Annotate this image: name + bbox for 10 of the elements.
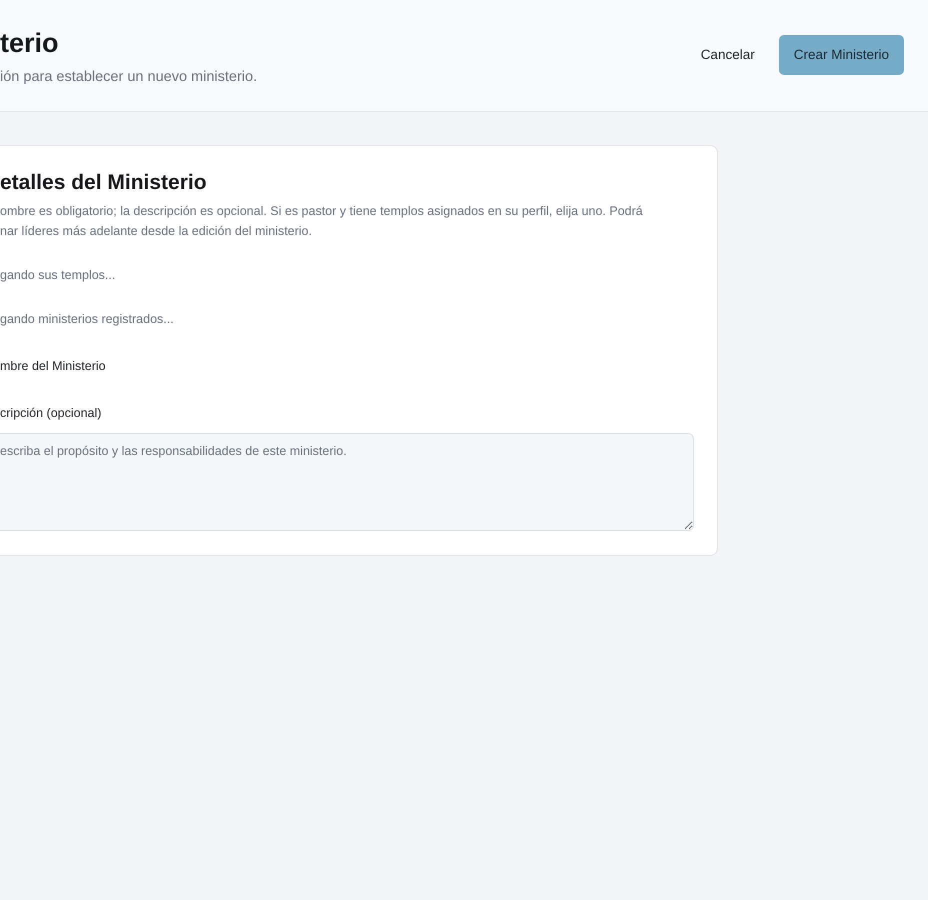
page-subtitle: ión para establecer un nuevo ministerio. <box>0 68 258 84</box>
cancel-button[interactable]: Cancelar <box>700 47 755 62</box>
loading-message: gando ministerios registrados... <box>0 311 174 328</box>
field-label: cripción (opcional) <box>0 405 102 422</box>
page-title: terio <box>0 26 60 58</box>
field-label: mbre del Ministerio <box>0 358 106 375</box>
card-title: etalles del Ministerio <box>0 170 207 196</box>
card-description: ombre es obligatorio; la descripción es opcional. Si es pastor y tiene templos asignados en su perfil, elija uno. Podrá nar líderes más adelante desde la edición del ministerio. <box>0 203 643 240</box>
loading-message: gando sus templos... <box>0 267 116 284</box>
description-field[interactable]: escriba el propósito y las responsabilidades de este ministerio. <box>0 433 694 531</box>
